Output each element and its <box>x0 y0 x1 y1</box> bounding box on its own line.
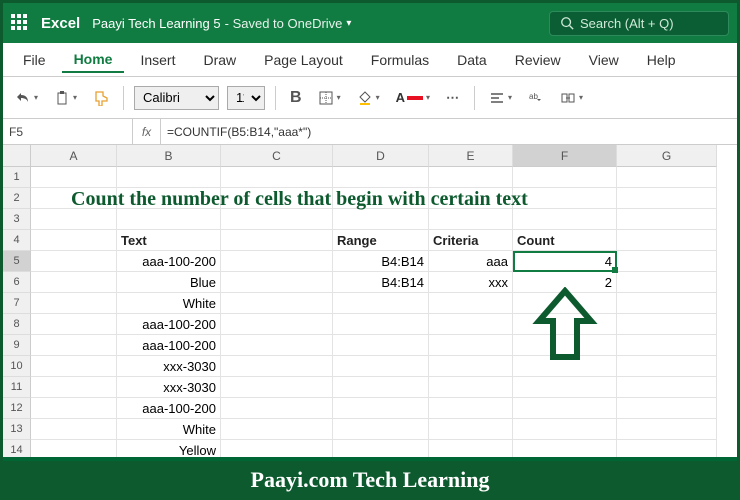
col-header[interactable]: E <box>429 145 513 167</box>
row-header[interactable]: 10 <box>3 356 31 377</box>
row-header[interactable]: 11 <box>3 377 31 398</box>
row-header[interactable]: 12 <box>3 398 31 419</box>
data-cell[interactable]: aaa-100-200 <box>117 398 221 419</box>
font-size-select[interactable]: 11 <box>227 86 265 110</box>
search-icon <box>560 16 574 30</box>
data-cell[interactable]: xxx <box>429 272 513 293</box>
row-header[interactable]: 9 <box>3 335 31 356</box>
data-cell[interactable]: aaa <box>429 251 513 272</box>
footer-watermark: Paayi.com Tech Learning <box>3 457 737 497</box>
menu-bar: File Home Insert Draw Page Layout Formul… <box>3 43 737 77</box>
header-text[interactable]: Text <box>117 230 221 251</box>
data-cell[interactable]: xxx-3030 <box>117 356 221 377</box>
spreadsheet-grid: 1 2 3 4 5 6 7 8 9 10 11 12 13 14 15 A B … <box>3 145 737 482</box>
menu-insert[interactable]: Insert <box>128 48 187 72</box>
row-header[interactable]: 7 <box>3 293 31 314</box>
ribbon: ▾ ▾ Calibri 11 B ▾ ▾ A▾ ⋯ ▾ ab ▾ <box>3 77 737 119</box>
menu-page-layout[interactable]: Page Layout <box>252 48 355 72</box>
menu-file[interactable]: File <box>11 48 58 72</box>
col-header[interactable]: A <box>31 145 117 167</box>
col-header[interactable]: F <box>513 145 617 167</box>
menu-review[interactable]: Review <box>503 48 573 72</box>
title-bar: Excel Paayi Tech Learning 5 - Saved to O… <box>3 3 737 43</box>
fill-color-button[interactable]: ▾ <box>353 88 384 108</box>
data-cell[interactable]: 4 <box>513 251 617 272</box>
col-header[interactable]: B <box>117 145 221 167</box>
font-color-button[interactable]: A▾ <box>392 88 434 108</box>
wrap-text-button[interactable]: ab <box>524 88 548 108</box>
data-cell[interactable]: White <box>117 293 221 314</box>
data-cell[interactable]: Blue <box>117 272 221 293</box>
row-header[interactable]: 5 <box>3 251 31 272</box>
undo-button[interactable]: ▾ <box>11 88 42 108</box>
data-cell[interactable]: B4:B14 <box>333 251 429 272</box>
document-title[interactable]: Paayi Tech Learning 5 - Saved to OneDriv… <box>92 16 351 31</box>
clipboard-button[interactable]: ▾ <box>50 88 81 108</box>
format-painter-button[interactable] <box>89 88 113 108</box>
row-header[interactable]: 4 <box>3 230 31 251</box>
header-count[interactable]: Count <box>513 230 617 251</box>
font-family-select[interactable]: Calibri <box>134 86 219 110</box>
header-criteria[interactable]: Criteria <box>429 230 513 251</box>
header-range[interactable]: Range <box>333 230 429 251</box>
app-launcher-icon[interactable] <box>11 14 29 32</box>
align-button[interactable]: ▾ <box>485 88 516 108</box>
col-header[interactable]: D <box>333 145 429 167</box>
svg-text:ab: ab <box>529 92 538 101</box>
menu-data[interactable]: Data <box>445 48 499 72</box>
select-all-corner[interactable] <box>3 145 31 167</box>
data-cell[interactable]: xxx-3030 <box>117 377 221 398</box>
arrow-up-icon <box>531 287 599 365</box>
col-header[interactable]: G <box>617 145 717 167</box>
row-header[interactable]: 8 <box>3 314 31 335</box>
search-placeholder: Search (Alt + Q) <box>580 16 674 31</box>
menu-view[interactable]: View <box>577 48 631 72</box>
formula-bar: F5 fx =COUNTIF(B5:B14,"aaa*") <box>3 119 737 145</box>
menu-help[interactable]: Help <box>635 48 688 72</box>
data-cell[interactable]: aaa-100-200 <box>117 335 221 356</box>
data-cell[interactable]: aaa-100-200 <box>117 251 221 272</box>
data-cell[interactable]: B4:B14 <box>333 272 429 293</box>
col-header[interactable]: C <box>221 145 333 167</box>
data-cell[interactable]: aaa-100-200 <box>117 314 221 335</box>
menu-home[interactable]: Home <box>62 47 125 73</box>
row-header[interactable]: 1 <box>3 167 31 188</box>
formula-input[interactable]: =COUNTIF(B5:B14,"aaa*") <box>161 125 737 139</box>
menu-formulas[interactable]: Formulas <box>359 48 441 72</box>
row-header[interactable]: 3 <box>3 209 31 230</box>
fx-icon[interactable]: fx <box>133 119 161 144</box>
bold-button[interactable]: B <box>286 87 306 109</box>
name-box[interactable]: F5 <box>3 119 133 144</box>
row-header[interactable]: 13 <box>3 419 31 440</box>
border-button[interactable]: ▾ <box>314 88 345 108</box>
app-name: Excel <box>41 15 80 32</box>
menu-draw[interactable]: Draw <box>191 48 248 72</box>
row-header[interactable]: 2 <box>3 188 31 209</box>
merge-button[interactable]: ▾ <box>556 88 587 108</box>
data-cell[interactable]: White <box>117 419 221 440</box>
chevron-down-icon: ▾ <box>346 18 351 29</box>
row-header[interactable]: 6 <box>3 272 31 293</box>
sheet-title: Count the number of cells that begin wit… <box>71 188 528 211</box>
more-font-icon[interactable]: ⋯ <box>442 88 464 108</box>
search-box[interactable]: Search (Alt + Q) <box>549 11 729 36</box>
